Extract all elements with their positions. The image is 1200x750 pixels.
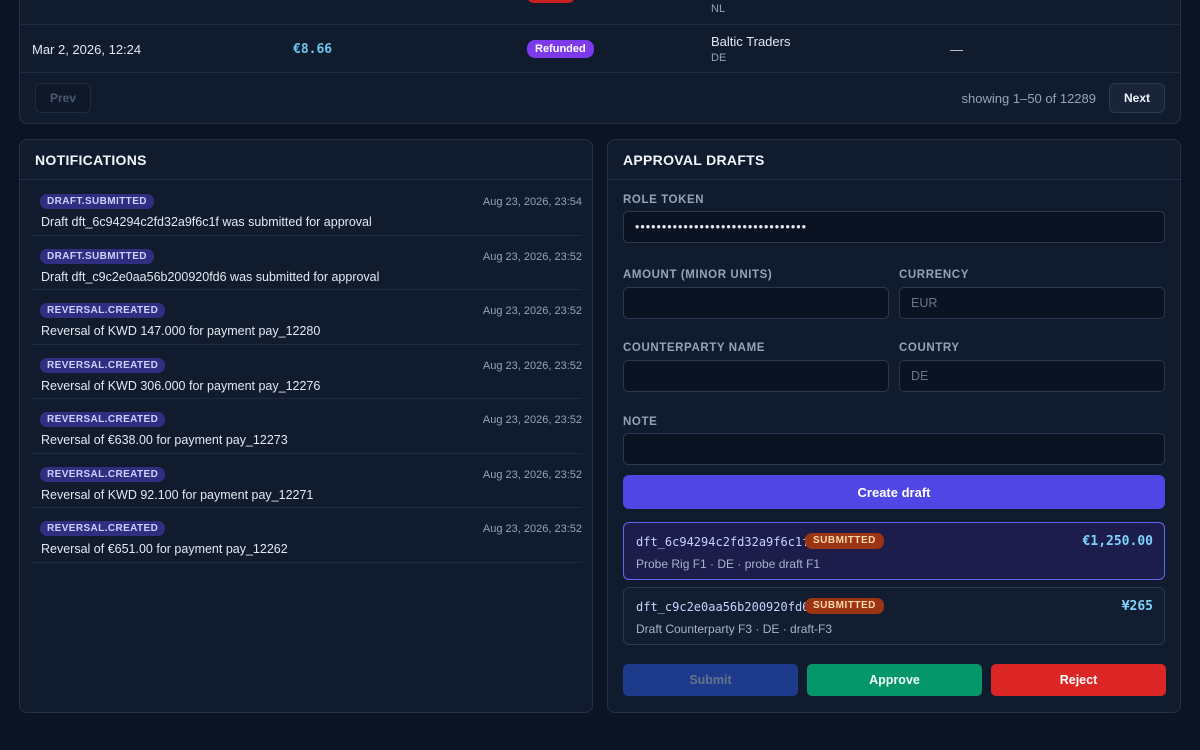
notifications-panel: NOTIFICATIONS DRAFT.SUBMITTED Draft dft_… [19, 139, 593, 713]
panel-title: NOTIFICATIONS [20, 140, 592, 180]
notification-message: Reversal of €638.00 for payment pay_1227… [41, 433, 288, 447]
payment-time: Mar 2, 2026, 12:24 [32, 41, 142, 57]
notification-time: Aug 23, 2026, 23:52 [482, 250, 582, 263]
counterparty-cell: Baltic Traders DE [711, 25, 790, 73]
list-item[interactable]: REVERSAL.CREATED Reversal of KWD 92.100 … [32, 454, 582, 508]
event-type-badge: DRAFT.SUBMITTED [40, 194, 154, 209]
notification-time: Aug 23, 2026, 23:52 [482, 414, 582, 426]
approve-button[interactable]: Approve [807, 664, 982, 696]
draft-meta: Probe Rig F1 · DE · probe draft F1 [636, 557, 821, 571]
notifications-list: DRAFT.SUBMITTED Draft dft_6c94294c2fd32a… [32, 181, 582, 563]
draft-amount: ¥265 [1121, 599, 1153, 614]
payment-amount: €8.66 [293, 41, 333, 57]
amount-label: AMOUNT (MINOR UNITS) [623, 269, 773, 281]
counterparty-label: COUNTERPARTY NAME [623, 342, 766, 354]
draft-id: dft_6c94294c2fd32a9f6c1f [636, 535, 810, 549]
event-type-badge: REVERSAL.CREATED [40, 466, 166, 482]
notification-message: Reversal of KWD 92.100 for payment pay_1… [41, 487, 314, 502]
counterparty-country: DE [711, 52, 727, 64]
list-item[interactable]: REVERSAL.CREATED Reversal of €638.00 for… [32, 399, 582, 454]
payment-reference: — [950, 41, 963, 57]
create-draft-button[interactable]: Create draft [623, 475, 1165, 509]
next-button[interactable]: Next [1109, 83, 1165, 113]
notification-time: Aug 23, 2026, 23:52 [482, 305, 582, 317]
payments-card: NL Mar 2, 2026, 12:24 €8.66 Refunded Bal… [19, 0, 1181, 124]
draft-meta: Draft Counterparty F3 · DE · draft-F3 [636, 622, 833, 636]
notification-message: Reversal of KWD 306.000 for payment pay_… [41, 378, 321, 393]
notification-message: Draft dft_6c94294c2fd32a9f6c1f was submi… [41, 215, 372, 229]
note-label: NOTE [623, 416, 658, 428]
draft-amount: €1,250.00 [1082, 534, 1153, 549]
list-item[interactable]: DRAFT.SUBMITTED Draft dft_6c94294c2fd32a… [32, 181, 582, 236]
event-type-badge: REVERSAL.CREATED [40, 412, 166, 427]
counterparty-name: Baltic Traders [711, 34, 791, 49]
pagination: Prev showing 1–50 of 12289 Next [20, 73, 1180, 125]
pagination-summary: showing 1–50 of 12289 [961, 91, 1096, 106]
draft-status-badge: SUBMITTED [805, 598, 884, 614]
notification-message: Reversal of €651.00 for payment pay_1226… [41, 542, 288, 556]
note-input[interactable] [623, 433, 1165, 465]
role-token-label: ROLE TOKEN [623, 194, 705, 206]
approval-drafts-panel: APPROVAL DRAFTS ROLE TOKEN AMOUNT (MINOR… [607, 139, 1181, 713]
reject-button[interactable]: Reject [991, 664, 1166, 696]
country-input[interactable] [899, 360, 1165, 392]
notification-time: Aug 23, 2026, 23:52 [482, 468, 582, 481]
status-pill [527, 0, 575, 3]
currency-label: CURRENCY [899, 269, 969, 281]
event-type-badge: REVERSAL.CREATED [40, 521, 166, 536]
draft-item[interactable]: dft_c9c2e0aa56b200920fd6 SUBMITTED ¥265 … [623, 587, 1165, 645]
counterparty-country: NL [711, 3, 726, 15]
role-token-input[interactable] [623, 211, 1165, 243]
list-item[interactable]: DRAFT.SUBMITTED Draft dft_c9c2e0aa56b200… [32, 236, 582, 290]
list-item[interactable]: REVERSAL.CREATED Reversal of KWD 306.000… [32, 345, 582, 399]
notification-time: Aug 23, 2026, 23:54 [482, 196, 582, 208]
amount-input[interactable] [623, 287, 889, 319]
notification-time: Aug 23, 2026, 23:52 [482, 359, 582, 372]
table-row[interactable]: NL [20, 0, 1180, 25]
status-badge: Refunded [527, 25, 594, 73]
currency-input[interactable] [899, 287, 1165, 319]
list-item[interactable]: REVERSAL.CREATED Reversal of KWD 147.000… [32, 290, 582, 345]
draft-id: dft_c9c2e0aa56b200920fd6 [636, 600, 810, 614]
table-row[interactable]: Mar 2, 2026, 12:24 €8.66 Refunded Baltic… [20, 25, 1180, 73]
event-type-badge: REVERSAL.CREATED [40, 303, 166, 318]
panel-title: APPROVAL DRAFTS [608, 140, 1180, 180]
country-label: COUNTRY [899, 342, 960, 354]
event-type-badge: DRAFT.SUBMITTED [40, 248, 154, 264]
notification-message: Draft dft_c9c2e0aa56b200920fd6 was submi… [41, 269, 380, 284]
draft-item[interactable]: dft_6c94294c2fd32a9f6c1f SUBMITTED €1,25… [623, 522, 1165, 580]
event-type-badge: REVERSAL.CREATED [40, 357, 166, 373]
status-badge [527, 0, 575, 25]
notification-message: Reversal of KWD 147.000 for payment pay_… [41, 324, 321, 338]
counterparty-input[interactable] [623, 360, 889, 392]
status-pill: Refunded [527, 40, 594, 58]
list-item[interactable]: REVERSAL.CREATED Reversal of €651.00 for… [32, 508, 582, 563]
prev-button[interactable]: Prev [35, 83, 91, 113]
submit-button[interactable]: Submit [623, 664, 798, 696]
draft-status-badge: SUBMITTED [805, 533, 884, 549]
notification-time: Aug 23, 2026, 23:52 [482, 523, 582, 535]
